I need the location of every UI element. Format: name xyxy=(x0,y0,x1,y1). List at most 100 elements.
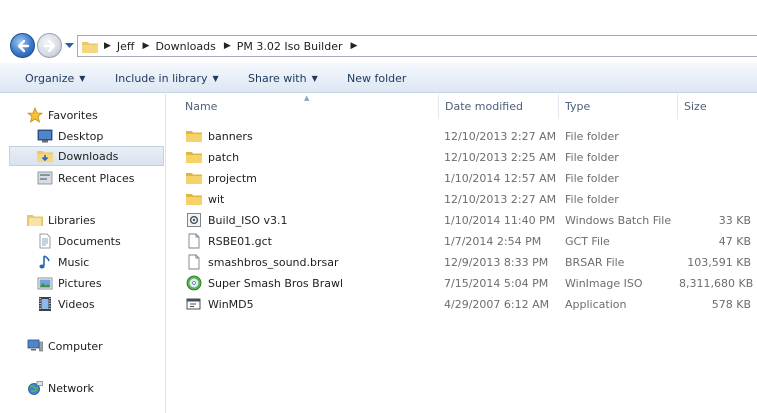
date-modified-cell: 4/29/2007 6:12 AM xyxy=(444,298,550,311)
new-folder-label: New folder xyxy=(347,72,407,85)
table-row[interactable]: Super Smash Bros Brawl 7/15/2014 5:04 PM W… xyxy=(167,273,757,294)
date-modified-cell: 12/10/2013 2:27 AM xyxy=(444,193,557,206)
folder-icon xyxy=(186,194,202,205)
folder-icon xyxy=(186,173,202,184)
breadcrumb-separator-icon[interactable]: ▶ xyxy=(143,41,150,51)
file-name: projectm xyxy=(208,171,257,185)
folder-icon xyxy=(186,152,202,163)
column-header-date-label: Date modified xyxy=(445,100,523,113)
nav-favorites-label: Favorites xyxy=(48,108,98,122)
breadcrumb-separator-icon[interactable]: ▶ xyxy=(351,41,358,51)
navigation-pane: Favorites Desktop Downloads Recent Place… xyxy=(0,94,166,413)
type-cell: WinImage ISO xyxy=(565,277,643,290)
breadcrumb-downloads[interactable]: Downloads xyxy=(155,40,215,53)
column-header-size[interactable]: Size xyxy=(678,94,757,119)
disc-icon xyxy=(186,275,202,291)
nav-recent-places-label: Recent Places xyxy=(58,171,135,185)
application-icon xyxy=(186,298,201,310)
forward-button[interactable] xyxy=(37,33,62,58)
date-modified-cell: 7/15/2014 5:04 PM xyxy=(444,277,549,290)
type-cell: File folder xyxy=(565,193,619,206)
date-modified-cell: 1/7/2014 2:54 PM xyxy=(444,235,542,248)
type-cell: Windows Batch File xyxy=(565,214,672,227)
chevron-down-icon: ▼ xyxy=(79,74,86,83)
file-name: RSBE01.gct xyxy=(208,234,272,248)
size-cell: 47 KB xyxy=(718,235,751,248)
include-in-library-button[interactable]: Include in library ▼ xyxy=(115,72,219,85)
include-in-library-label: Include in library xyxy=(115,72,208,85)
recent-pages-dropdown-icon[interactable] xyxy=(65,42,74,49)
file-name: smashbros_sound.brsar xyxy=(208,255,339,269)
nav-libraries-label: Libraries xyxy=(48,213,96,227)
nav-downloads[interactable]: Downloads xyxy=(9,146,164,166)
recent-places-icon xyxy=(37,171,53,185)
column-header-size-label: Size xyxy=(684,100,707,113)
column-header-name[interactable]: Name xyxy=(179,94,439,119)
file-name-cell[interactable]: smashbros_sound.brsar xyxy=(186,254,339,270)
file-name-cell[interactable]: wit xyxy=(186,191,224,207)
folder-icon xyxy=(186,131,202,142)
breadcrumb-jeff[interactable]: Jeff xyxy=(117,40,135,53)
forward-arrow-icon xyxy=(43,39,56,53)
organize-button[interactable]: Organize ▼ xyxy=(25,72,85,85)
music-note-icon xyxy=(39,255,50,269)
command-bar: Organize ▼ Include in library ▼ Share with… xyxy=(0,63,757,93)
file-name-cell[interactable]: projectm xyxy=(186,170,257,186)
table-row[interactable]: Build_ISO v3.1 1/10/2014 11:40 PM Windows … xyxy=(167,210,757,231)
file-icon xyxy=(188,254,200,270)
type-cell: File folder xyxy=(565,151,619,164)
file-name: Build_ISO v3.1 xyxy=(208,213,288,227)
share-with-button[interactable]: Share with ▼ xyxy=(248,72,318,85)
pictures-icon xyxy=(37,277,53,290)
file-name-cell[interactable]: Super Smash Bros Brawl xyxy=(186,275,343,291)
breadcrumb-separator-icon[interactable]: ▶ xyxy=(224,41,231,51)
type-cell: GCT File xyxy=(565,235,610,248)
type-cell: File folder xyxy=(565,172,619,185)
table-row[interactable]: projectm 1/10/2014 12:57 AM File folder xyxy=(167,168,757,189)
date-modified-cell: 1/10/2014 12:57 AM xyxy=(444,172,557,185)
back-button[interactable] xyxy=(10,33,35,58)
nav-pictures-label: Pictures xyxy=(58,276,102,290)
date-modified-cell: 12/10/2013 2:25 AM xyxy=(444,151,557,164)
table-row[interactable]: wit 12/10/2013 2:27 AM File folder xyxy=(167,189,757,210)
file-name: Super Smash Bros Brawl xyxy=(208,276,344,290)
new-folder-button[interactable]: New folder xyxy=(347,72,406,85)
chevron-down-icon: ▼ xyxy=(212,74,219,83)
breadcrumb-separator-icon[interactable]: ▶ xyxy=(104,41,111,51)
column-header-type[interactable]: Type xyxy=(559,94,678,119)
table-row[interactable]: RSBE01.gct 1/7/2014 2:54 PM GCT File 47 KB xyxy=(167,231,757,252)
star-icon xyxy=(27,107,43,123)
nav-documents-label: Documents xyxy=(58,234,121,248)
size-cell: 33 KB xyxy=(718,214,751,227)
file-name: wit xyxy=(208,192,225,206)
share-with-label: Share with xyxy=(248,72,307,85)
date-modified-cell: 12/9/2013 8:33 PM xyxy=(444,256,549,269)
table-row[interactable]: patch 12/10/2013 2:25 AM File folder xyxy=(167,147,757,168)
table-row[interactable]: banners 12/10/2013 2:27 AM File folder xyxy=(167,126,757,147)
network-icon xyxy=(28,381,43,395)
back-arrow-icon xyxy=(17,39,30,53)
file-name: banners xyxy=(208,129,253,143)
nav-music-label: Music xyxy=(58,255,90,269)
file-name-cell[interactable]: patch xyxy=(186,149,239,165)
computer-icon xyxy=(27,339,43,352)
file-name-cell[interactable]: Build_ISO v3.1 xyxy=(186,212,288,228)
file-name-cell[interactable]: banners xyxy=(186,128,253,144)
column-header-name-label: Name xyxy=(185,100,218,113)
file-name-cell[interactable]: WinMD5 xyxy=(186,296,254,312)
file-name: patch xyxy=(208,150,240,164)
file-name-cell[interactable]: RSBE01.gct xyxy=(186,233,272,249)
file-list: ▲ Name Date modified Type Size banners 12… xyxy=(167,94,757,413)
videos-icon xyxy=(39,297,51,311)
table-row[interactable]: smashbros_sound.brsar 12/9/2013 8:33 PM BR… xyxy=(167,252,757,273)
batch-file-icon xyxy=(187,213,201,227)
table-row[interactable]: WinMD5 4/29/2007 6:12 AM Application 578 KB xyxy=(167,294,757,315)
type-cell: Application xyxy=(565,298,627,311)
breadcrumb-current-folder[interactable]: PM 3.02 Iso Builder xyxy=(237,40,343,53)
chevron-down-icon: ▼ xyxy=(311,74,318,83)
window-title-area xyxy=(0,0,757,30)
downloads-folder-icon xyxy=(37,151,53,162)
type-cell: BRSAR File xyxy=(565,256,625,269)
address-bar[interactable]: ▶ Jeff ▶ Downloads ▶ PM 3.02 Iso Builder… xyxy=(77,35,757,57)
column-header-date-modified[interactable]: Date modified xyxy=(439,94,559,119)
